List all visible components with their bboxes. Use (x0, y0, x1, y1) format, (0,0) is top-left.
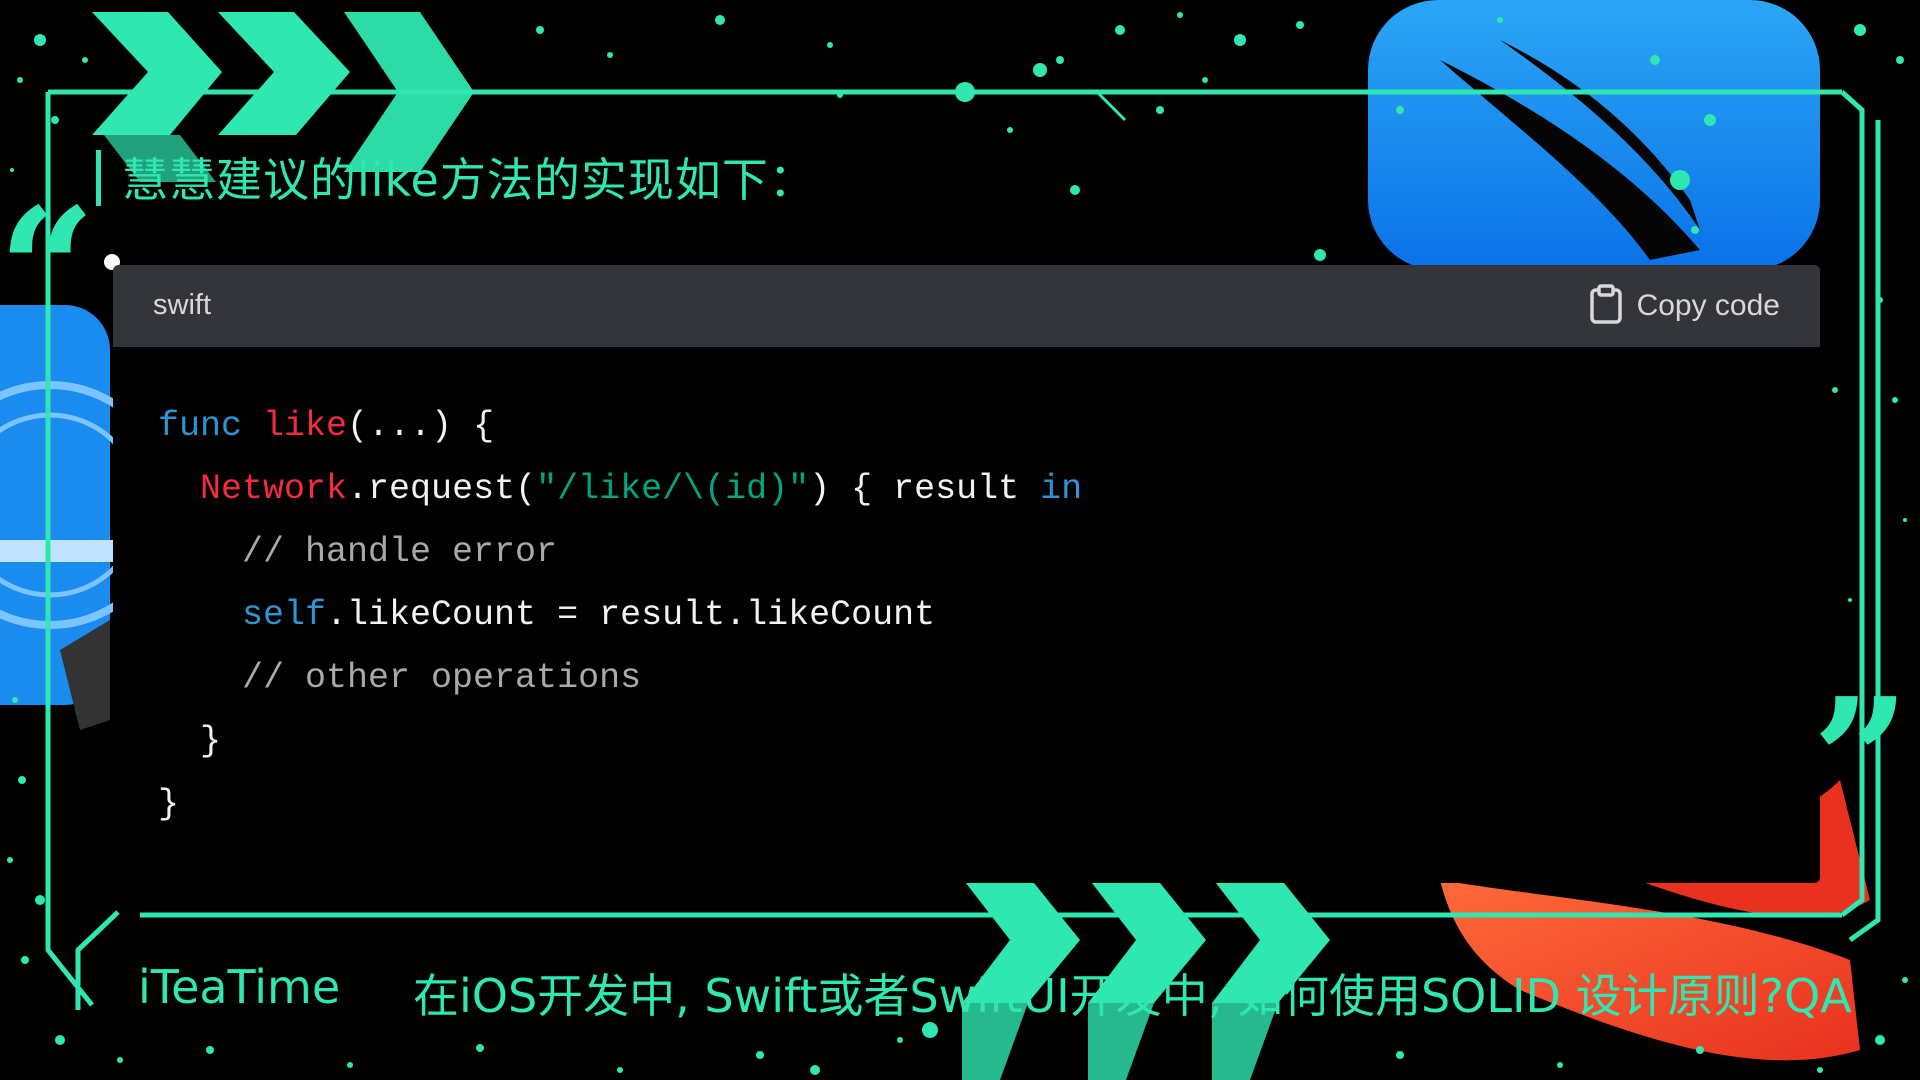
code-content: func like(...) { Network.request("/like/… (158, 395, 1082, 836)
code-token: } (158, 721, 222, 761)
clipboard-icon (1589, 283, 1623, 329)
footer-title: 在iOS开发中, Swift或者SwiftUI开发中, 如何使用SOLID 设计… (413, 969, 1852, 1023)
code-token: Network (200, 469, 348, 509)
code-token: self (242, 595, 327, 635)
footer-brand: iTeaTime (138, 960, 341, 1014)
code-token: func (158, 406, 264, 446)
code-line: func like(...) { (158, 395, 1082, 458)
code-line: } (158, 773, 1082, 836)
code-token: like (263, 406, 348, 446)
svg-text:”: ” (1812, 661, 1910, 861)
code-token: .request( (347, 469, 537, 509)
code-token: in (1040, 469, 1083, 509)
code-token: // other operations (158, 658, 642, 698)
heading-accent-bar (96, 150, 101, 206)
code-token: } (158, 784, 180, 824)
code-line: } (158, 710, 1082, 773)
code-token: (...) { (347, 406, 495, 446)
code-line: // other operations (158, 647, 1082, 710)
copy-code-label: Copy code (1636, 289, 1780, 322)
code-token: // handle error (158, 532, 558, 572)
quote-close-icon: ” (1812, 661, 1910, 861)
copy-code-button[interactable]: Copy code (1589, 283, 1780, 329)
page-heading: 慧慧建议的like方法的实现如下： (122, 153, 816, 207)
svg-text:“: “ (0, 171, 96, 371)
code-language-label: swift (153, 289, 211, 321)
code-line: Network.request("/like/\(id)") { result … (158, 458, 1082, 521)
code-line: // handle error (158, 521, 1082, 584)
code-block: swift Copy code func like(...) { Network… (113, 265, 1820, 883)
quote-open-icon: “ (0, 171, 96, 371)
code-line: self.likeCount = result.likeCount (158, 584, 1082, 647)
swift-logo-icon (1368, 0, 1820, 270)
code-token: "/like/\(id)" (536, 469, 810, 509)
code-block-header: swift Copy code (113, 265, 1820, 347)
code-token: .likeCount = result.likeCount (326, 595, 936, 635)
code-token: ) { result (809, 469, 1041, 509)
